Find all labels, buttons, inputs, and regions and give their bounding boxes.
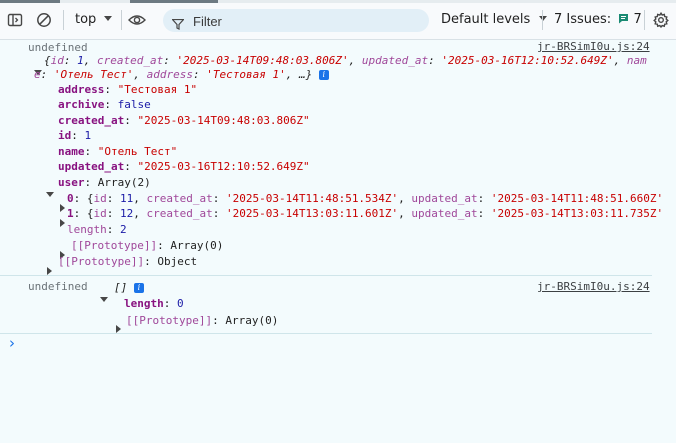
source-link[interactable]: jr-BRSimI0u.js:24 [537, 40, 650, 53]
settings-gear-icon[interactable] [650, 9, 672, 31]
info-icon[interactable]: i [133, 283, 144, 293]
filter-box[interactable] [163, 9, 429, 32]
array-expand-toggle[interactable] [100, 287, 108, 306]
message-divider [0, 333, 652, 334]
message-prefix: undefined [28, 41, 88, 54]
message-divider [0, 275, 652, 276]
property-row: id: 1 [58, 129, 92, 142]
context-selector-label: top [75, 12, 97, 27]
sidebar-toggle-icon[interactable] [4, 9, 26, 31]
array-length-row: length: 0 [124, 297, 184, 310]
object-preview-line2[interactable]: e: 'Отель Тест', address: 'Тестовая 1', … [34, 68, 329, 81]
triangle-down-icon [100, 297, 108, 302]
issues-label: 7 Issues: [554, 12, 612, 27]
user-item-expand-toggle[interactable] [60, 212, 65, 231]
user-length-row: length: 2 [67, 223, 127, 236]
object-prototype-toggle[interactable] [47, 260, 52, 279]
property-row: archive: false [58, 98, 151, 111]
toolbar-separator [644, 10, 645, 30]
array-prototype-toggle[interactable] [116, 318, 121, 337]
array-prototype-row[interactable]: [[Prototype]]: Array(0) [126, 314, 278, 327]
triangle-down-icon [46, 192, 54, 197]
context-selector[interactable]: top [75, 12, 113, 27]
filter-icon [171, 15, 185, 34]
user-item-row[interactable]: 0: {id: 11, created_at: '2025-03-14T11:4… [67, 192, 663, 205]
object-preview-line1[interactable]: {id: 1, created_at: '2025-03-14T09:48:03… [44, 54, 647, 67]
chevron-down-icon [539, 16, 548, 21]
triangle-right-icon [60, 204, 65, 212]
property-row: name: "Отель Тест" [58, 145, 178, 158]
array-preview[interactable]: [] i [114, 281, 144, 294]
source-link[interactable]: jr-BRSimI0u.js:24 [537, 280, 650, 293]
toolbar-separator [63, 10, 64, 30]
object-prototype-row[interactable]: [[Prototype]]: Object [58, 255, 197, 268]
panel-tab-indicator [0, 0, 676, 3]
user-expand-toggle[interactable] [46, 182, 54, 201]
log-levels-dropdown[interactable]: Default levels [441, 12, 548, 27]
message-prefix: undefined [28, 280, 88, 293]
console-toolbar: top Default levels 7 Issues: 7 [0, 0, 676, 40]
property-row: updated_at: "2025-03-16T12:10:52.649Z" [58, 160, 310, 173]
property-row: created_at: "2025-03-14T09:48:03.806Z" [58, 114, 310, 127]
issue-message-icon [618, 13, 629, 28]
triangle-right-icon [60, 219, 65, 227]
chevron-down-icon [104, 16, 113, 21]
log-levels-label: Default levels [441, 12, 531, 27]
toolbar-separator [542, 10, 543, 30]
issues-button[interactable]: 7 Issues: 7 [554, 12, 642, 28]
user-prototype-row[interactable]: [[Prototype]]: Array(0) [71, 239, 223, 252]
property-row: address: "Тестовая 1" [58, 83, 198, 96]
triangle-right-icon [47, 267, 52, 275]
filter-input[interactable] [191, 11, 425, 32]
user-array-row[interactable]: user: Array(2) [58, 176, 151, 189]
clear-console-icon[interactable] [33, 9, 55, 31]
issues-count: 7 [633, 12, 642, 27]
triangle-right-icon [116, 325, 121, 333]
info-icon[interactable]: i [318, 70, 329, 80]
toolbar-separator [121, 10, 122, 30]
user-item-row[interactable]: 1: {id: 12, created_at: '2025-03-14T13:0… [67, 207, 663, 220]
console-prompt-icon[interactable]: › [9, 334, 15, 352]
live-expression-eye-icon[interactable] [125, 9, 149, 31]
